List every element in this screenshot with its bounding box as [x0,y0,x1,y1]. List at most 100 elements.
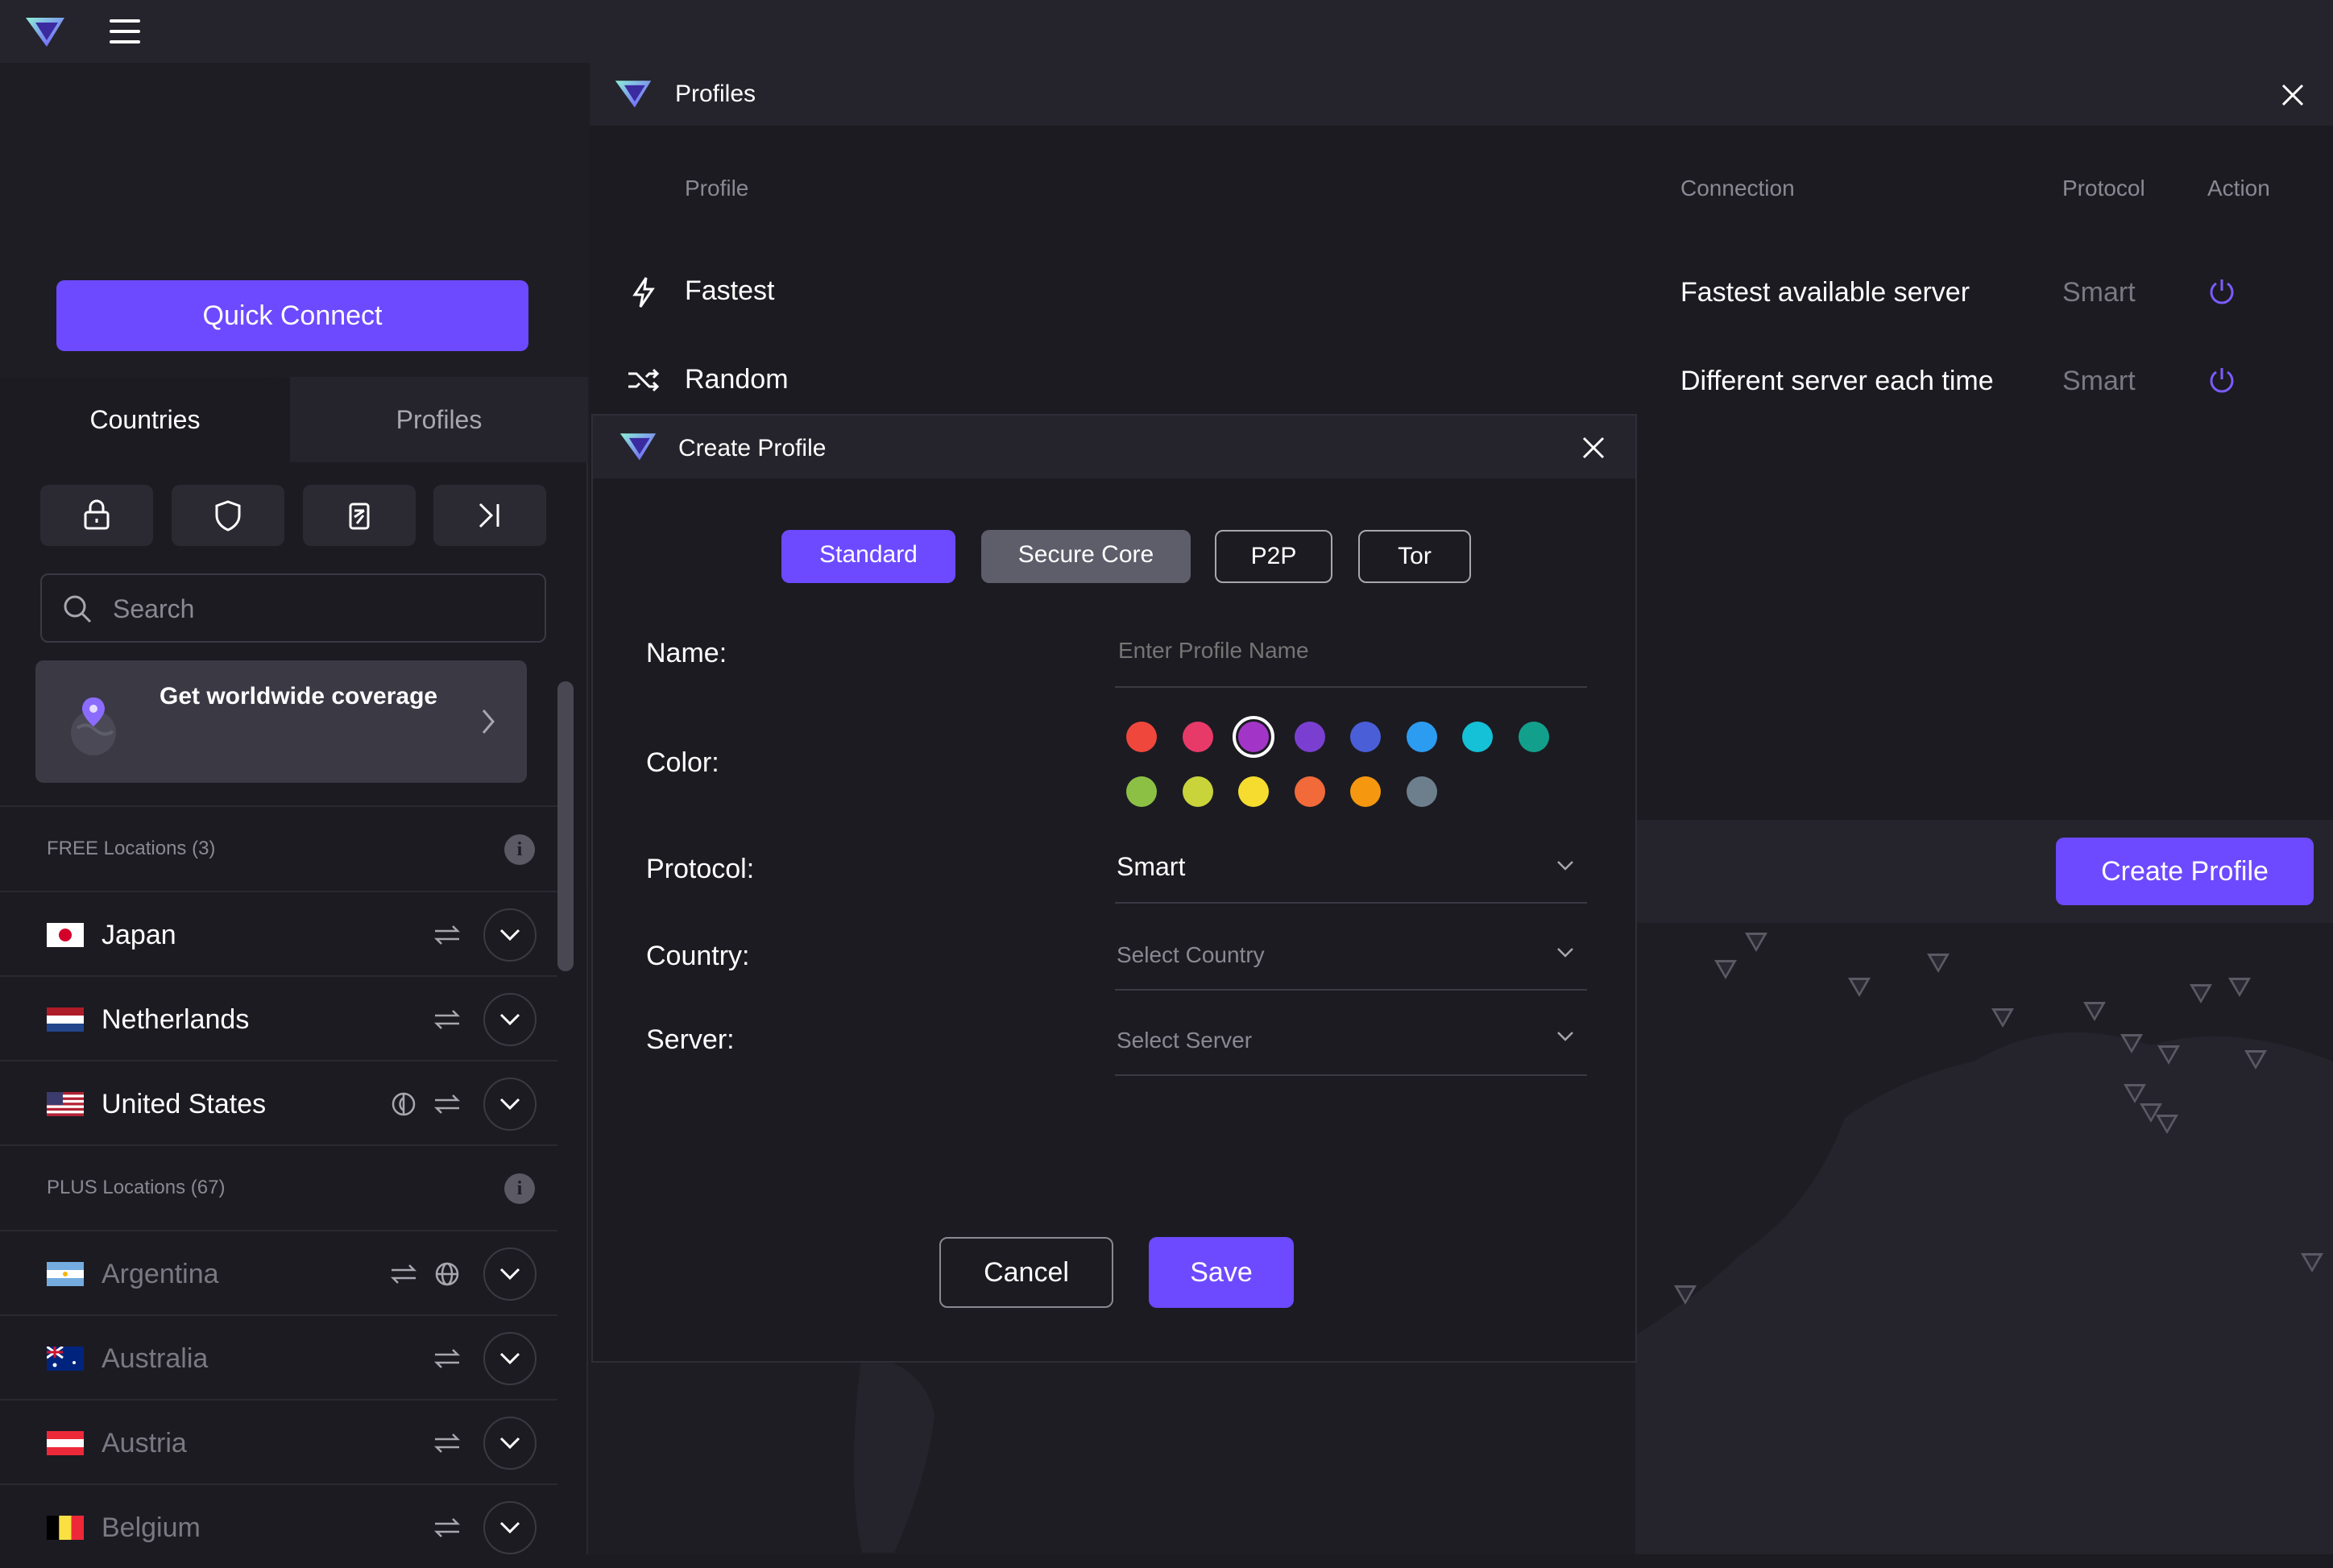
protocol-label: Protocol: [646,854,755,884]
map-pin-icon[interactable] [1674,1285,1697,1305]
map-pin-icon[interactable] [1745,933,1767,952]
proton-vpn-logo-icon [26,18,64,47]
map-pin-icon[interactable] [2083,1002,2106,1021]
profile-name-input[interactable] [1117,633,1584,668]
color-swatch[interactable] [1126,776,1157,807]
search-input[interactable] [111,591,514,627]
sidebar-scrollbar[interactable] [557,681,574,971]
expand-button[interactable] [483,1501,537,1554]
map-pin-icon[interactable] [2124,1084,2146,1103]
color-swatch[interactable] [1350,776,1381,807]
color-swatch[interactable] [1294,776,1325,807]
server-label: Server: [646,1024,735,1055]
map-pin-icon[interactable] [2190,984,2212,1003]
map-pin-icon[interactable] [2301,1253,2323,1272]
country-row-argentina[interactable]: Argentina [0,1230,557,1314]
color-swatch[interactable] [1238,776,1269,807]
expand-button[interactable] [483,1247,537,1301]
chevron-down-icon[interactable] [1556,860,1574,871]
globe-pin-icon [71,697,116,755]
tab-countries[interactable]: Countries [0,377,290,462]
color-swatch[interactable] [1126,722,1157,752]
chevron-down-icon[interactable] [1556,1031,1574,1042]
expand-button[interactable] [483,993,537,1046]
color-swatch[interactable] [1294,722,1325,752]
flag-australia-icon [47,1347,84,1371]
save-button[interactable]: Save [1149,1237,1294,1308]
segment-p2p[interactable]: P2P [1215,530,1332,583]
chevron-down-icon[interactable] [1556,947,1574,958]
column-header-connection: Connection [1680,176,1795,201]
country-row-netherlands[interactable]: Netherlands [0,975,557,1060]
map-pin-icon[interactable] [1848,978,1871,997]
flag-netherlands-icon [47,1007,84,1032]
expand-button[interactable] [483,1417,537,1470]
flag-japan-icon [47,923,84,947]
power-icon[interactable] [2207,277,2236,306]
color-swatch[interactable] [1462,722,1493,752]
chevron-down-icon [499,1352,520,1365]
create-profile-dialog: Create Profile Standard Secure Core P2P … [591,414,1637,1363]
color-swatch[interactable] [1406,776,1437,807]
color-swatch[interactable] [1406,722,1437,752]
sidebar: Quick Connect Profiles Countries Get wor… [0,63,588,1554]
country-row-japan[interactable]: Japan [0,891,557,975]
shuffle-icon [628,368,660,392]
color-swatch[interactable] [1233,716,1274,758]
color-swatch[interactable] [1350,722,1381,752]
color-swatch[interactable] [1518,722,1549,752]
chevron-down-icon [499,1098,520,1111]
profile-name-random: Random [685,364,789,395]
search-field[interactable] [40,573,546,643]
shield-icon [215,500,241,532]
color-swatch[interactable] [1182,776,1213,807]
map-pin-icon[interactable] [2228,978,2251,997]
color-swatch[interactable] [1182,722,1213,752]
server-select[interactable]: Select Server [1117,1028,1252,1053]
map-pin-icon[interactable] [2120,1034,2143,1053]
quick-connect-button[interactable]: Quick Connect [56,280,528,351]
map-pin-icon[interactable] [2157,1045,2180,1065]
segment-secure-core[interactable]: Secure Core [981,530,1191,583]
south-america-landmass [854,1351,934,1553]
profile-protocol: Smart [2062,366,2136,396]
cancel-button[interactable]: Cancel [939,1237,1113,1308]
p2p-filter-button[interactable] [303,485,416,546]
map-pin-icon[interactable] [1991,1008,2014,1028]
tab-profiles[interactable]: Profiles [290,377,588,462]
collapse-sidebar-button[interactable] [433,485,546,546]
expand-button[interactable] [483,1332,537,1385]
secure-core-filter-button[interactable] [40,485,153,546]
create-profile-button[interactable]: Create Profile [2056,838,2314,905]
close-icon[interactable] [1577,432,1610,464]
info-icon[interactable]: i [504,834,535,865]
server-underline [1115,1074,1587,1076]
map-pin-icon[interactable] [2156,1115,2178,1134]
chevron-down-icon [499,929,520,941]
map-pin-icon[interactable] [1927,954,1950,973]
country-name: United States [102,1089,267,1119]
menu-icon[interactable] [110,18,142,45]
segment-standard[interactable]: Standard [781,530,955,583]
segment-tor[interactable]: Tor [1358,530,1471,583]
chevron-down-icon [499,1437,520,1450]
p2p-icon [433,1518,461,1537]
netshield-filter-button[interactable] [172,485,284,546]
upgrade-promo-banner[interactable]: Get worldwide coverage [35,660,527,783]
name-underline [1115,686,1587,688]
expand-button[interactable] [483,1078,537,1131]
power-icon[interactable] [2207,366,2236,395]
country-row-australia[interactable]: Australia [0,1314,557,1399]
country-select[interactable]: Select Country [1117,942,1265,968]
country-row-austria[interactable]: Austria [0,1399,557,1483]
bolt-icon [632,277,655,308]
info-icon[interactable]: i [504,1173,535,1204]
protocol-select[interactable]: Smart [1117,852,1185,882]
country-row-united-states[interactable]: United States [0,1060,557,1144]
plus-locations-label: PLUS Locations (67) [47,1177,226,1198]
country-row-belgium[interactable]: Belgium [0,1483,557,1568]
map-pin-icon[interactable] [1714,960,1737,979]
close-icon[interactable] [2277,79,2309,111]
map-pin-icon[interactable] [2244,1050,2267,1069]
expand-button[interactable] [483,908,537,962]
